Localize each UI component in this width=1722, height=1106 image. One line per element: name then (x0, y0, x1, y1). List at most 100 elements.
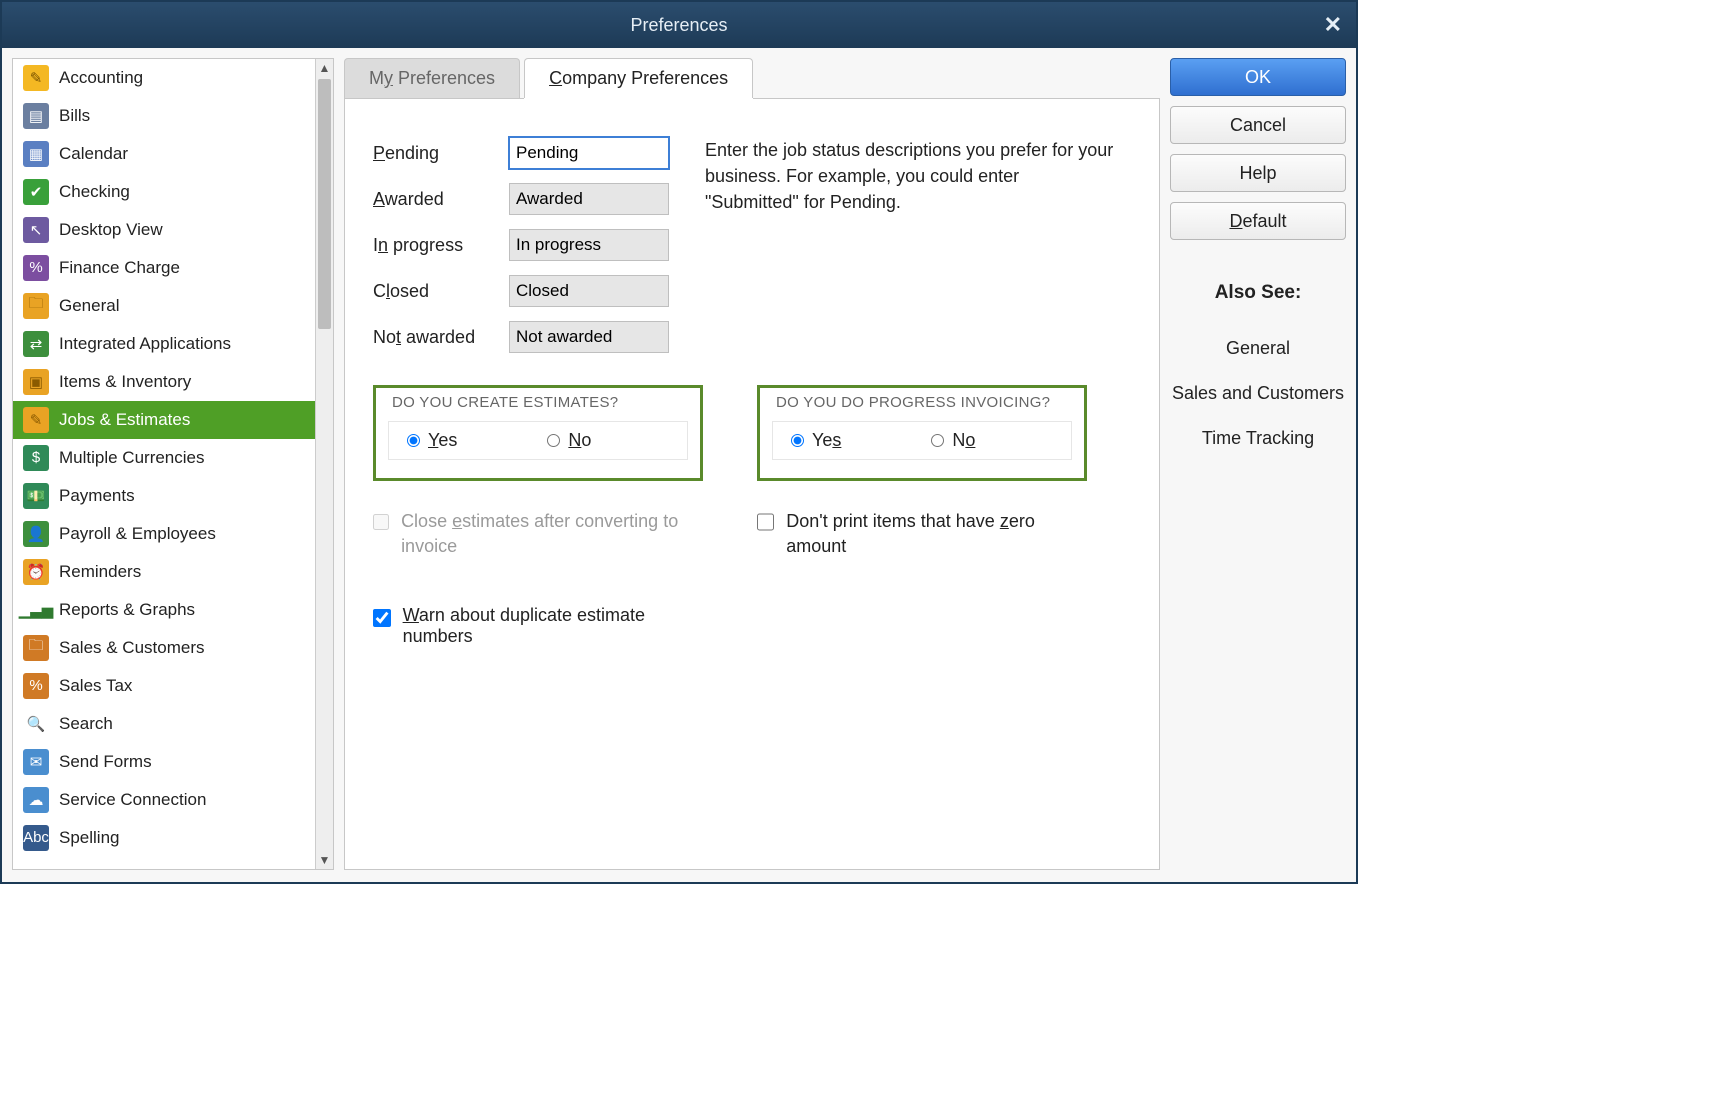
check-close-estimates-box (373, 513, 389, 531)
tab-my-preferences[interactable]: My Preferences (344, 58, 520, 98)
sidebar-item-label: Items & Inventory (59, 372, 191, 392)
desktop-view-icon: ↖ (23, 217, 49, 243)
sidebar-item-label: Jobs & Estimates (59, 410, 190, 430)
sidebar-item-label: Accounting (59, 68, 143, 88)
status-input-0[interactable] (509, 137, 669, 169)
service-connection-icon: ☁ (23, 787, 49, 813)
radio-estimates-yes[interactable]: Yes (407, 430, 457, 451)
also-see-link-general[interactable]: General (1170, 338, 1346, 359)
sidebar-item-label: Send Forms (59, 752, 152, 772)
sidebar-item-general[interactable]: 🗀 General (13, 287, 315, 325)
sidebar-item-label: Payroll & Employees (59, 524, 216, 544)
sidebar-item-spelling[interactable]: Abc Spelling (13, 819, 315, 857)
check-zero-amount[interactable]: Don't print items that have zero amount (757, 509, 1087, 559)
sidebar-item-label: Bills (59, 106, 90, 126)
ok-button[interactable]: OK (1170, 58, 1346, 96)
sidebar-item-label: Spelling (59, 828, 120, 848)
sidebar: ✎ Accounting ▤ Bills ▦ Calendar ✔ Checking ↖ Desk… (12, 58, 334, 870)
sidebar-item-multiple-currencies[interactable]: $Multiple Currencies (13, 439, 315, 477)
close-icon[interactable]: ✕ (1324, 12, 1342, 38)
status-label: Not awarded (373, 327, 495, 348)
status-label: Closed (373, 281, 495, 302)
window-title: Preferences (630, 15, 727, 36)
also-see-link-time-tracking[interactable]: Time Tracking (1170, 428, 1346, 449)
sidebar-item-desktop-view[interactable]: ↖ Desktop View (13, 211, 315, 249)
items-inventory-icon: ▣ (23, 369, 49, 395)
sidebar-item-checking[interactable]: ✔ Checking (13, 173, 315, 211)
checking-icon: ✔ (23, 179, 49, 205)
sidebar-item-bills[interactable]: ▤ Bills (13, 97, 315, 135)
right-column: OK Cancel Help Default Also See: General… (1170, 58, 1346, 870)
company-preferences-panel: Enter the job status descriptions you pr… (344, 98, 1160, 870)
group-create-estimates-label: DO YOU CREATE ESTIMATES? (388, 388, 622, 421)
status-input-2[interactable] (509, 229, 669, 261)
scroll-up-icon[interactable]: ▲ (316, 59, 333, 77)
sidebar-item-label: Reminders (59, 562, 141, 582)
sidebar-item-payments[interactable]: 💵 Payments (13, 477, 315, 515)
status-row-3: Closed (373, 275, 1131, 307)
send-forms-icon: ✉ (23, 749, 49, 775)
sidebar-item-label: Sales & Customers (59, 638, 205, 658)
sidebar-item-service-connection[interactable]: ☁ Service Connection (13, 781, 315, 819)
status-row-4: Not awarded (373, 321, 1131, 353)
calendar-icon: ▦ (23, 141, 49, 167)
status-input-1[interactable] (509, 183, 669, 215)
radio-estimates-no[interactable]: No (547, 430, 591, 451)
sidebar-item-label: Calendar (59, 144, 128, 164)
scroll-thumb[interactable] (318, 79, 331, 329)
sidebar-item-sales-tax[interactable]: %Sales Tax (13, 667, 315, 705)
group-progress-invoicing-label: DO YOU DO PROGRESS INVOICING? (772, 388, 1054, 421)
sidebar-scrollbar[interactable]: ▲ ▼ (315, 59, 333, 869)
sidebar-item-reminders[interactable]: ⏰Reminders (13, 553, 315, 591)
sidebar-item-label: General (59, 296, 119, 316)
check-warn-duplicates[interactable]: Warn about duplicate estimate numbers (373, 605, 713, 647)
group-progress-invoicing: DO YOU DO PROGRESS INVOICING? Yes No (757, 385, 1087, 481)
check-zero-amount-box[interactable] (757, 513, 774, 531)
status-label: Awarded (373, 189, 495, 210)
check-warn-duplicates-box[interactable] (373, 609, 391, 627)
sidebar-item-label: Desktop View (59, 220, 163, 240)
general-icon: 🗀 (23, 293, 49, 319)
jobs-estimates-icon: ✎ (23, 407, 49, 433)
sidebar-item-finance-charge[interactable]: % Finance Charge (13, 249, 315, 287)
integrated-applications-icon: ⇄ (23, 331, 49, 357)
sidebar-item-send-forms[interactable]: ✉ Send Forms (13, 743, 315, 781)
payments-icon: 💵 (23, 483, 49, 509)
status-input-4[interactable] (509, 321, 669, 353)
sidebar-item-sales-customers[interactable]: 🗀Sales & Customers (13, 629, 315, 667)
sidebar-item-items-inventory[interactable]: ▣ Items & Inventory (13, 363, 315, 401)
spelling-icon: Abc (23, 825, 49, 851)
sidebar-item-search[interactable]: 🔍Search (13, 705, 315, 743)
scroll-down-icon[interactable]: ▼ (316, 851, 333, 869)
preferences-window: Preferences ✕ ✎ Accounting ▤ Bills ▦ Calendar… (0, 0, 1358, 884)
sidebar-item-calendar[interactable]: ▦ Calendar (13, 135, 315, 173)
status-label: In progress (373, 235, 495, 256)
check-close-estimates: Close estimates after converting to invo… (373, 509, 703, 559)
sidebar-item-accounting[interactable]: ✎ Accounting (13, 59, 315, 97)
help-button[interactable]: Help (1170, 154, 1346, 192)
sidebar-item-integrated-applications[interactable]: ⇄Integrated Applications (13, 325, 315, 363)
multiple-currencies-icon: $ (23, 445, 49, 471)
sidebar-item-label: Finance Charge (59, 258, 180, 278)
finance-charge-icon: % (23, 255, 49, 281)
status-label: Pending (373, 143, 495, 164)
bills-icon: ▤ (23, 103, 49, 129)
default-button[interactable]: Default (1170, 202, 1346, 240)
sidebar-item-payroll-employees[interactable]: 👤Payroll & Employees (13, 515, 315, 553)
sidebar-item-label: Payments (59, 486, 135, 506)
accounting-icon: ✎ (23, 65, 49, 91)
radio-progress-no[interactable]: No (931, 430, 975, 451)
tab-company-preferences[interactable]: Company Preferences (524, 58, 753, 98)
tab-bar: My Preferences Company Preferences (344, 58, 1160, 98)
radio-progress-yes[interactable]: Yes (791, 430, 841, 451)
cancel-button[interactable]: Cancel (1170, 106, 1346, 144)
sales-tax-icon: % (23, 673, 49, 699)
also-see-title: Also See: (1170, 282, 1346, 304)
sidebar-item-reports-graphs[interactable]: ▁▃▅Reports & Graphs (13, 591, 315, 629)
status-input-3[interactable] (509, 275, 669, 307)
sidebar-item-label: Checking (59, 182, 130, 202)
search-icon: 🔍 (23, 711, 49, 737)
sidebar-item-jobs-estimates[interactable]: ✎ Jobs & Estimates (13, 401, 315, 439)
sidebar-item-label: Service Connection (59, 790, 206, 810)
also-see-link-sales-and-customers[interactable]: Sales and Customers (1170, 383, 1346, 404)
